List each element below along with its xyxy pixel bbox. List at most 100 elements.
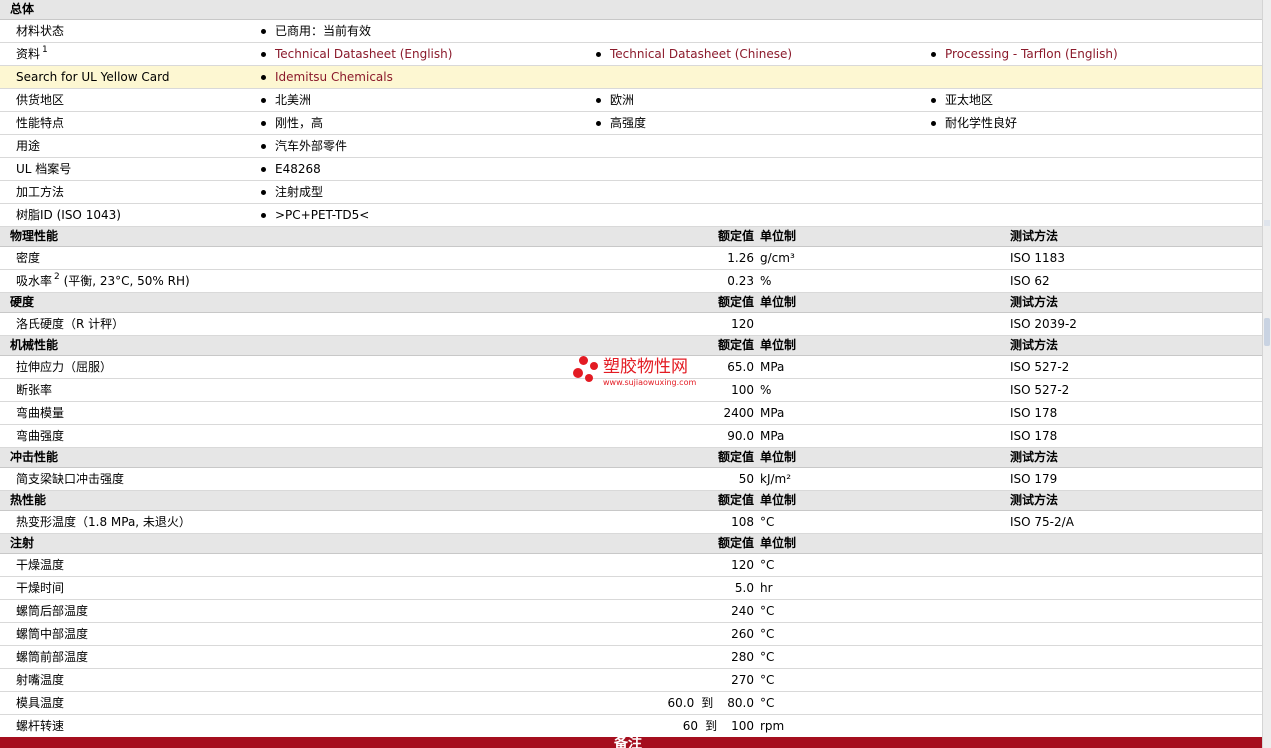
test-method: ISO 178 — [1010, 406, 1058, 420]
property-name: 吸水率 — [16, 274, 53, 288]
property-label: 热变形温度（1.8 MPa, 未退火） — [16, 511, 191, 533]
notes-footer-bar: 备注 — [0, 737, 1263, 748]
footnote-ref[interactable]: 2 — [54, 272, 60, 282]
property-name: 断张率 — [16, 383, 53, 397]
watermark-title: 塑胶物性网 — [603, 357, 688, 377]
value-number: 65.0 — [727, 360, 754, 374]
row-value: >PC+PET-TD5< — [275, 208, 370, 222]
property-value: 280 — [731, 646, 754, 668]
section-title: 机械性能 — [10, 338, 59, 352]
section-title: 物理性能 — [10, 229, 59, 243]
property-row: 洛氏硬度（R 计秤） 120 ISO 2039-2 — [0, 313, 1263, 336]
value-number: 5.0 — [734, 581, 754, 595]
unit-column-header: 单位制 — [760, 493, 797, 507]
value-column-header: 额定值 — [717, 493, 754, 507]
bullet-icon — [261, 190, 266, 195]
property-label: 模具温度 — [16, 692, 64, 714]
datasheet-link[interactable]: Technical Datasheet (English) — [275, 43, 452, 65]
property-row: 弯曲模量 2400 MPa ISO 178 — [0, 402, 1263, 425]
section-header: 物理性能 额定值 单位制 测试方法 — [0, 227, 1263, 247]
property-name: 模具温度 — [16, 696, 65, 710]
section-header: 机械性能 额定值 单位制 测试方法 — [0, 336, 1263, 356]
datasheet-link[interactable]: Processing - Tarflon (English) — [945, 43, 1118, 65]
row-value: 欧洲 — [610, 93, 635, 107]
property-label: 断张率 — [16, 379, 52, 401]
property-name: 拉伸应力（屈服） — [16, 360, 113, 374]
property-value: 90.0 — [727, 425, 754, 447]
property-label: 拉伸应力（屈服） — [16, 356, 112, 378]
test-method-column-header: 测试方法 — [1010, 229, 1059, 243]
property-row: 热变形温度（1.8 MPa, 未退火） 108 °C ISO 75-2/A — [0, 511, 1263, 534]
value-column-header: 额定值 — [717, 536, 754, 550]
property-unit: % — [760, 274, 772, 288]
row-value: E48268 — [275, 162, 321, 176]
value-range-separator: 到 — [705, 719, 718, 733]
unit-column-header: 单位制 — [760, 536, 797, 550]
unit-column-header: 单位制 — [760, 338, 797, 352]
section-title: 总体 — [10, 2, 35, 16]
property-name: 射嘴温度 — [16, 673, 65, 687]
row-label-text: 树脂ID (ISO 1043) — [16, 208, 121, 222]
property-label: 干燥时间 — [16, 577, 64, 599]
bullet-icon — [931, 121, 936, 126]
value-range-from: 60.0 — [667, 696, 695, 710]
property-row: 螺筒中部温度 260 °C — [0, 623, 1263, 646]
test-method-column-header: 测试方法 — [1010, 493, 1059, 507]
property-value: 0.23 — [727, 270, 754, 292]
section-title: 冲击性能 — [10, 450, 59, 464]
property-name: 干燥时间 — [16, 581, 65, 595]
footnote-ref[interactable]: 1 — [42, 45, 48, 55]
section-header: 硬度 额定值 单位制 测试方法 — [0, 293, 1263, 313]
property-label: 吸水率 2 (平衡, 23°C, 50% RH) — [16, 270, 190, 292]
row-value: 刚性，高 — [275, 116, 324, 130]
row-value: 注射成型 — [275, 185, 324, 199]
value-column-header: 额定值 — [717, 338, 754, 352]
row-label-text: 供货地区 — [16, 93, 65, 107]
vertical-scrollbar[interactable] — [1262, 0, 1271, 748]
row-value: 高强度 — [610, 116, 647, 130]
value-range-separator: 到 — [701, 696, 714, 710]
value-number: 1.26 — [727, 251, 754, 265]
property-name: 螺杆转速 — [16, 719, 65, 733]
property-unit: hr — [760, 581, 773, 595]
bullet-icon — [261, 29, 266, 34]
row-label: 树脂ID (ISO 1043) — [16, 204, 121, 226]
row-label: Search for UL Yellow Card — [16, 66, 169, 88]
scrollbar-thumb[interactable] — [1264, 318, 1270, 346]
property-name: 热变形温度（1.8 MPa, 未退火） — [16, 515, 191, 529]
property-row: 干燥温度 120 °C — [0, 554, 1263, 577]
property-unit: % — [760, 383, 772, 397]
general-row: 资料 1 Technical Datasheet (English) Technica… — [0, 43, 1263, 66]
property-label: 螺筒前部温度 — [16, 646, 88, 668]
property-row: 干燥时间 5.0 hr — [0, 577, 1263, 600]
bullet-icon — [931, 52, 936, 57]
test-method: ISO 179 — [1010, 472, 1058, 486]
section-header: 热性能 额定值 单位制 测试方法 — [0, 491, 1263, 511]
property-unit: °C — [760, 627, 775, 641]
property-unit: °C — [760, 515, 775, 529]
section-header: 冲击性能 额定值 单位制 测试方法 — [0, 448, 1263, 468]
datasheet-link[interactable]: Idemitsu Chemicals — [275, 66, 393, 88]
property-row: 吸水率 2 (平衡, 23°C, 50% RH) 0.23% ISO 62 — [0, 270, 1263, 293]
row-value: 耐化学性良好 — [945, 116, 1018, 130]
property-value: 240 — [731, 600, 754, 622]
property-value: 60 到 100 — [683, 715, 754, 737]
property-row: 螺杆转速 60 到 100 rpm — [0, 715, 1263, 738]
test-method: ISO 75-2/A — [1010, 515, 1074, 529]
property-name: 密度 — [16, 251, 41, 265]
property-label: 干燥温度 — [16, 554, 64, 576]
value-number: 50 — [738, 472, 754, 486]
property-label: 弯曲强度 — [16, 425, 64, 447]
value-number: 280 — [731, 650, 754, 664]
watermark-url: www.sujiaowuxing.com — [603, 378, 697, 387]
general-row: 用途 汽车外部零件 — [0, 135, 1263, 158]
datasheet-link[interactable]: Technical Datasheet (Chinese) — [610, 43, 792, 65]
bullet-icon — [261, 144, 266, 149]
test-method-column-header: 测试方法 — [1010, 295, 1059, 309]
property-value: 120 — [731, 554, 754, 576]
property-value: 5.0 — [735, 577, 754, 599]
property-name: 螺筒中部温度 — [16, 627, 89, 641]
property-value: 2400 — [723, 402, 754, 424]
property-row: 螺筒后部温度 240 °C — [0, 600, 1263, 623]
value-number: 90.0 — [727, 429, 754, 443]
